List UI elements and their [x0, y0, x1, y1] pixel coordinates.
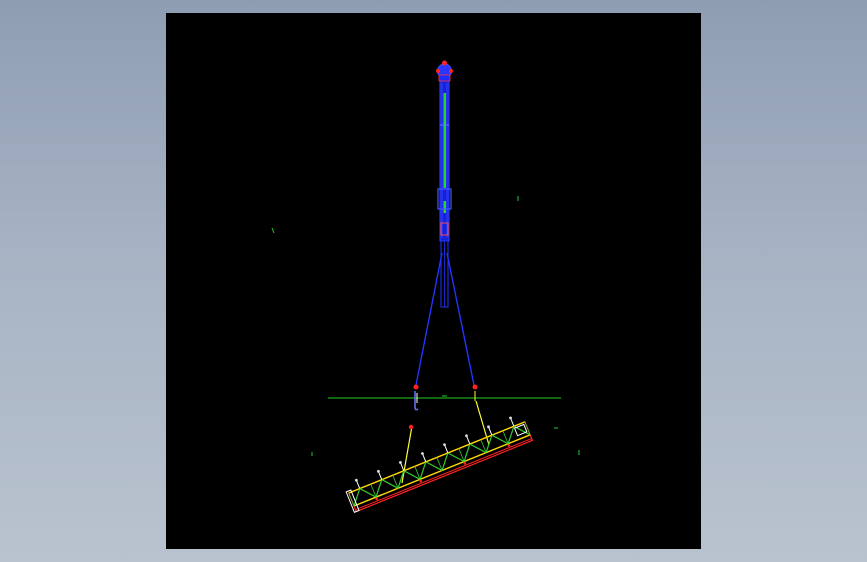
truss-lug-head — [377, 469, 380, 473]
truss-lug-head — [465, 434, 468, 438]
truss-lug-head — [421, 452, 424, 455]
truss-lug — [400, 463, 405, 471]
truss-diagonal — [419, 461, 427, 480]
crane-head-icon — [436, 60, 453, 82]
truss-diagonal — [447, 452, 465, 463]
truss-diagonal — [491, 434, 509, 445]
truss-diagonal — [381, 479, 399, 489]
truss-lug — [510, 418, 515, 427]
hoist-cables — [415, 252, 475, 386]
truss-diagonal — [375, 479, 383, 498]
reference-line — [328, 395, 561, 399]
truss-lug-head — [443, 443, 446, 447]
mast-core — [443, 93, 446, 188]
truss-lug-head — [509, 416, 512, 420]
stray-ticks — [271, 196, 580, 456]
truss-base-plate — [355, 438, 532, 511]
truss-diagonal — [359, 488, 377, 498]
truss-lug — [356, 480, 361, 489]
truss-lug — [466, 436, 471, 445]
truss-lug — [488, 427, 493, 436]
truss-diagonal — [513, 425, 531, 436]
truss-lug — [378, 472, 383, 480]
hook-icon — [413, 384, 478, 411]
truss-diagonal — [403, 470, 421, 480]
truss-diagonal — [425, 461, 443, 471]
truss-diagonal — [485, 435, 493, 453]
crane-mast — [437, 80, 452, 308]
truss-diagonal — [507, 426, 515, 444]
truss-lug-head — [399, 461, 402, 464]
truss-diagonal — [469, 443, 487, 454]
truss-lug — [422, 454, 427, 463]
truss-diagonal — [441, 452, 449, 471]
crane-lifting-drawing — [271, 60, 580, 513]
truss-lug-head — [487, 425, 490, 429]
truss-lug — [444, 445, 449, 454]
truss-diagonal — [463, 443, 471, 462]
truss-diagonal — [397, 470, 405, 489]
tick-mark — [271, 227, 275, 234]
truss-load — [345, 416, 534, 513]
truss-lug-head — [354, 478, 358, 482]
cad-drawing-viewport[interactable] — [166, 13, 701, 549]
